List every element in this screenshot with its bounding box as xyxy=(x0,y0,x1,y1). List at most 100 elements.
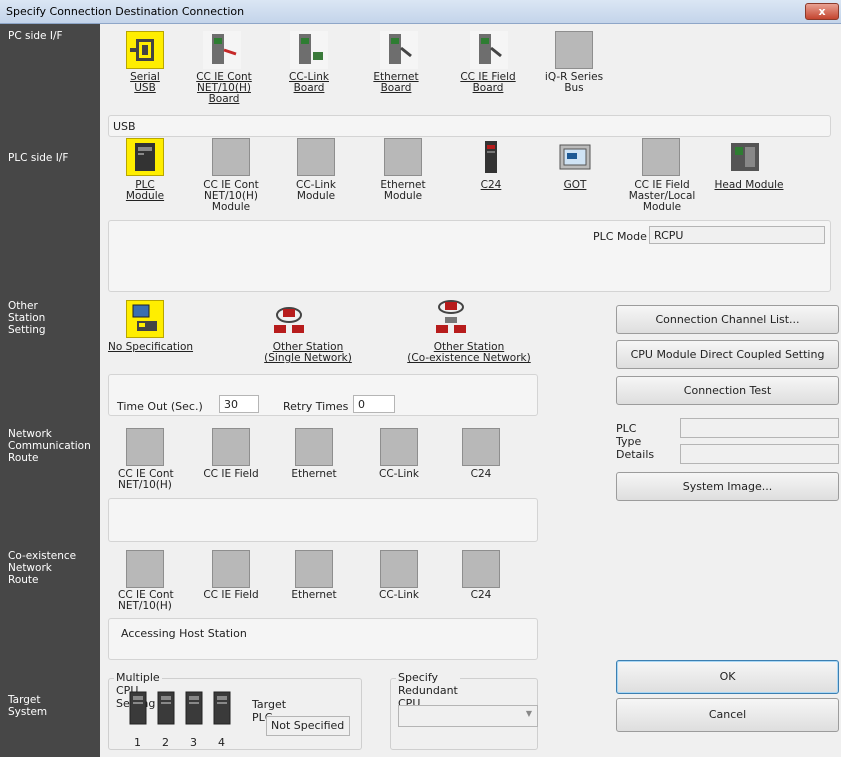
target-system-label: Target System xyxy=(8,694,48,718)
cpu-2[interactable] xyxy=(156,690,176,726)
no-specification-tile[interactable] xyxy=(126,300,164,338)
retry-times-label: Retry Times xyxy=(283,400,349,413)
route-cc-ie-field-label: CC IE Field xyxy=(203,468,259,480)
plc-module-label[interactable]: PLC Module xyxy=(124,180,166,202)
chevron-down-icon: ▼ xyxy=(525,709,532,718)
cc-ie-field-master-local-label: CC IE Field Master/Local Module xyxy=(628,179,696,213)
timeout-input[interactable]: 30 xyxy=(219,395,259,413)
board-icon xyxy=(389,34,412,64)
cc-ie-field-board-tile[interactable] xyxy=(470,31,508,69)
connection-channel-list-button[interactable]: Connection Channel List... xyxy=(616,305,839,334)
got-icon xyxy=(559,144,591,170)
iq-r-series-bus-label[interactable]: iQ-R Series Bus xyxy=(543,72,605,94)
coex-c24-label: C24 xyxy=(470,589,492,601)
ethernet-board-label[interactable]: Ethernet Board xyxy=(370,72,422,94)
plc-side-label: PLC side I/F xyxy=(8,152,69,164)
iq-r-series-bus-tile[interactable] xyxy=(555,31,593,69)
close-button[interactable]: x xyxy=(805,3,839,20)
coex-cc-ie-cont-label: CC IE Cont NET/10(H) xyxy=(118,589,174,612)
route-ethernet-tile[interactable] xyxy=(295,428,333,466)
network-route-label: Network Communication Route xyxy=(8,428,91,464)
redundant-cpu-select[interactable]: ▼ xyxy=(398,705,538,727)
cpu-module-icon xyxy=(185,691,203,725)
head-module-icon xyxy=(731,143,759,171)
pc-side-detail-panel: USB xyxy=(108,115,831,137)
cpu-4[interactable] xyxy=(212,690,232,726)
plc-module-tile[interactable] xyxy=(126,138,164,176)
cpu-number-1: 1 xyxy=(134,736,141,749)
board-icon xyxy=(479,34,502,64)
coexistence-station-icon xyxy=(436,300,466,333)
route-c24-label: C24 xyxy=(470,468,492,480)
ok-button[interactable]: OK xyxy=(616,660,839,694)
pc-station-icon xyxy=(132,304,157,331)
connection-test-button[interactable]: Connection Test xyxy=(616,376,839,405)
coexistence-route-label: Co-existence Network Route xyxy=(8,550,77,586)
route-c24-tile[interactable] xyxy=(462,428,500,466)
c24-label[interactable]: C24 xyxy=(472,180,510,191)
coex-cc-link-label: CC-Link xyxy=(379,589,419,601)
cancel-button[interactable]: Cancel xyxy=(616,698,839,732)
cpu-direct-coupled-button[interactable]: CPU Module Direct Coupled Setting xyxy=(616,340,839,369)
got-label[interactable]: GOT xyxy=(556,180,594,191)
got-tile[interactable] xyxy=(556,138,594,176)
coex-cc-link-tile[interactable] xyxy=(380,550,418,588)
cc-ie-field-board-label[interactable]: CC IE Field Board xyxy=(458,72,518,94)
cc-ie-cont-module-tile[interactable] xyxy=(212,138,250,176)
details-field xyxy=(680,444,839,464)
route-cc-link-tile[interactable] xyxy=(380,428,418,466)
plc-mode-field: RCPU xyxy=(649,226,825,244)
cc-link-board-tile[interactable] xyxy=(290,31,328,69)
route-cc-ie-field-tile[interactable] xyxy=(212,428,250,466)
coex-cc-ie-field-tile[interactable] xyxy=(212,550,250,588)
cpu-number-4: 4 xyxy=(218,736,225,749)
network-station-icon xyxy=(274,307,304,333)
head-module-label[interactable]: Head Module xyxy=(712,180,786,191)
plc-side-detail-panel: PLC Mode RCPU xyxy=(108,220,831,292)
other-station-coexistence-tile[interactable] xyxy=(432,296,470,334)
plc-type-label: PLC Type xyxy=(616,422,642,448)
ethernet-board-tile[interactable] xyxy=(380,31,418,69)
serial-usb-label[interactable]: Serial USB xyxy=(126,72,164,94)
cc-ie-field-master-local-tile[interactable] xyxy=(642,138,680,176)
details-label: Details xyxy=(616,448,655,461)
cc-link-module-label: CC-Link Module xyxy=(296,179,336,202)
coex-cc-ie-cont-tile[interactable] xyxy=(126,550,164,588)
ethernet-module-label: Ethernet Module xyxy=(380,179,426,202)
cpu-number-2: 2 xyxy=(162,736,169,749)
c24-icon xyxy=(485,141,497,173)
timeout-panel: Time Out (Sec.) 30 Retry Times 0 xyxy=(108,374,538,416)
route-ethernet-label: Ethernet xyxy=(291,468,337,480)
serial-usb-icon xyxy=(130,39,154,61)
cpu-3[interactable] xyxy=(184,690,204,726)
cc-ie-cont-board-tile[interactable] xyxy=(203,31,241,69)
cc-ie-cont-module-label: CC IE Cont NET/10(H) Module xyxy=(203,179,259,213)
retry-times-input[interactable]: 0 xyxy=(353,395,395,413)
coexistence-detail-panel: Accessing Host Station xyxy=(108,618,538,660)
coex-c24-tile[interactable] xyxy=(462,550,500,588)
other-station-single-label[interactable]: Other Station (Single Network) xyxy=(256,342,360,364)
coex-cc-ie-field-label: CC IE Field xyxy=(203,589,259,601)
cc-link-board-label[interactable]: CC-Link Board xyxy=(283,72,335,94)
other-station-label: Other Station Setting xyxy=(8,300,46,336)
ethernet-module-tile[interactable] xyxy=(384,138,422,176)
coex-ethernet-tile[interactable] xyxy=(295,550,333,588)
other-station-coexistence-label[interactable]: Other Station (Co-existence Network) xyxy=(396,342,542,364)
section-sidebar: PC side I/F PLC side I/F Other Station S… xyxy=(0,24,100,757)
pc-side-label: PC side I/F xyxy=(8,30,63,42)
route-cc-ie-cont-tile[interactable] xyxy=(126,428,164,466)
plc-mode-label: PLC Mode xyxy=(593,230,647,243)
plc-module-icon xyxy=(135,143,155,171)
pc-side-detail: USB xyxy=(113,120,136,133)
timeout-label: Time Out (Sec.) xyxy=(117,400,203,413)
c24-tile[interactable] xyxy=(472,138,510,176)
cc-ie-cont-board-label[interactable]: CC IE Cont NET/10(H) Board xyxy=(196,72,252,105)
head-module-tile[interactable] xyxy=(726,138,764,176)
cc-link-module-tile[interactable] xyxy=(297,138,335,176)
other-station-single-tile[interactable] xyxy=(270,300,308,338)
system-image-button[interactable]: System Image... xyxy=(616,472,839,501)
serial-usb-tile[interactable] xyxy=(126,31,164,69)
cpu-1[interactable] xyxy=(128,690,148,726)
no-specification-label[interactable]: No Specification xyxy=(108,342,194,353)
accessing-host-station: Accessing Host Station xyxy=(121,627,247,640)
